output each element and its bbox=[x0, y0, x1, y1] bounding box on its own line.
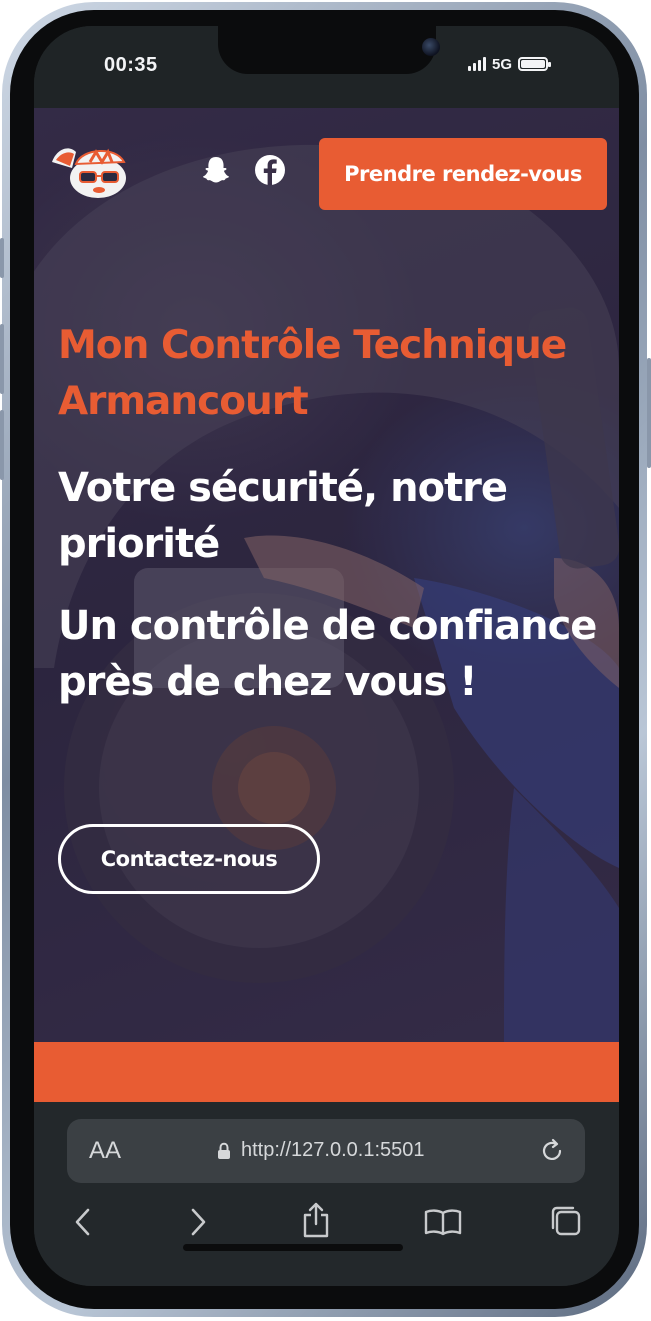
back-icon[interactable] bbox=[72, 1206, 94, 1238]
home-indicator bbox=[183, 1244, 403, 1251]
status-time: 00:35 bbox=[104, 54, 158, 76]
facebook-icon[interactable] bbox=[252, 152, 288, 188]
text-size-button[interactable]: AA bbox=[89, 1137, 121, 1165]
contact-button[interactable]: Contactez-nous bbox=[58, 824, 320, 894]
battery-icon bbox=[518, 57, 552, 71]
tabs-icon[interactable] bbox=[549, 1204, 583, 1238]
power-button bbox=[647, 358, 651, 468]
share-icon[interactable] bbox=[300, 1200, 332, 1240]
side-button bbox=[0, 238, 4, 278]
camera-icon bbox=[422, 38, 440, 56]
url-display[interactable]: http://127.0.0.1:5501 bbox=[217, 1139, 425, 1162]
forward-icon[interactable] bbox=[187, 1206, 209, 1238]
hero-overlay bbox=[34, 108, 619, 1042]
screen: 00:35 5G Prendre rendez-vous Mon Contrôl… bbox=[34, 26, 619, 1286]
browser-toolbar: AA http://127.0.0.1:5501 bbox=[34, 1102, 619, 1286]
section-divider-band bbox=[34, 1042, 619, 1102]
book-appointment-button[interactable]: Prendre rendez-vous bbox=[319, 138, 607, 210]
hero-title: Mon Contrôle Technique Armancourt bbox=[58, 323, 567, 424]
hero-subtitle: Votre sécurité, notre priorité bbox=[58, 465, 508, 567]
network-label: 5G bbox=[492, 55, 513, 73]
signal-icon bbox=[468, 57, 486, 71]
fox-mascot-logo[interactable] bbox=[46, 142, 132, 200]
status-indicators: 5G bbox=[468, 54, 552, 74]
url-text: http://127.0.0.1:5501 bbox=[241, 1139, 425, 1161]
reload-icon[interactable] bbox=[537, 1136, 567, 1166]
volume-up-button bbox=[0, 324, 4, 394]
hero-section: Prendre rendez-vous Mon Contrôle Techniq… bbox=[34, 108, 619, 1042]
status-bar: 00:35 5G bbox=[34, 26, 619, 108]
snapchat-icon[interactable] bbox=[198, 152, 234, 188]
volume-down-button bbox=[0, 410, 4, 480]
lock-icon bbox=[218, 1142, 230, 1159]
bookmarks-icon[interactable] bbox=[424, 1208, 462, 1236]
notch bbox=[218, 26, 440, 74]
hero-tagline: Un contrôle de confiance près de chez vo… bbox=[58, 603, 597, 705]
text-size-label: AA bbox=[89, 1137, 122, 1164]
address-bar[interactable]: AA http://127.0.0.1:5501 bbox=[67, 1119, 585, 1183]
